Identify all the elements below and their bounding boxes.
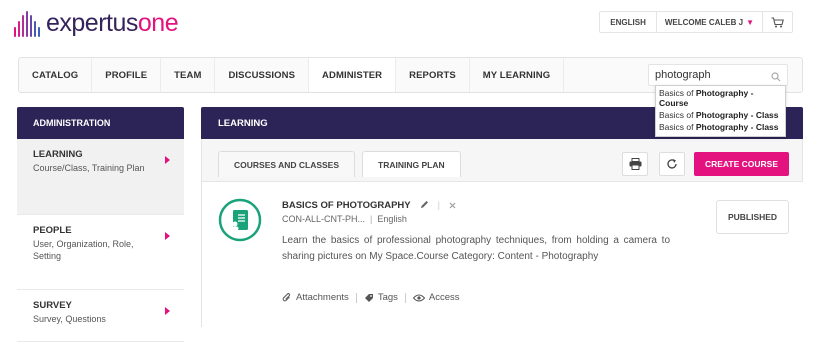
create-course-button[interactable]: CREATE COURSE [694,152,789,176]
nav-item-discussions[interactable]: DISCUSSIONS [215,58,310,92]
sidebar-header: ADMINISTRATION [17,107,184,139]
eye-icon [412,294,425,301]
title-divider: | [437,200,440,210]
nav-item-administer[interactable]: ADMINISTER [309,58,397,92]
nav-item-my-learning[interactable]: MY LEARNING [470,58,565,92]
action-divider [355,292,357,303]
sidebar-item-people[interactable]: PEOPLE User, Organization, Role, Setting [17,215,184,290]
suggestion-item[interactable]: Basics of Photography - Class [659,110,782,120]
tab-bar: COURSES AND CLASSES TRAINING PLAN [218,151,461,177]
search-box [648,64,788,86]
language-selector[interactable]: ENGLISH [600,12,657,32]
panel-body: COURSES AND CLASSES TRAINING PLAN CREATE… [201,139,803,327]
search-input[interactable] [649,69,767,81]
course-document-icon [218,198,262,247]
user-bar: ENGLISH WELCOME CALEB J ▼ [599,11,793,33]
course-title[interactable]: BASICS OF PHOTOGRAPHY [282,200,411,211]
sidebar-item-desc: Course/Class, Training Plan [33,163,145,173]
sidebar-item-survey[interactable]: SURVEY Survey, Questions [17,290,184,342]
chevron-right-icon [165,156,170,164]
sidebar-item-title: SURVEY [33,300,72,311]
access-link[interactable]: Access [412,292,460,303]
nav-item-catalog[interactable]: CATALOG [19,58,93,92]
nav-item-reports[interactable]: REPORTS [396,58,470,92]
learning-panel: LEARNING COURSES AND CLASSES TRAINING PL… [201,107,803,327]
nav-item-profile[interactable]: PROFILE [92,58,162,92]
tab-courses-and-classes[interactable]: COURSES AND CLASSES [218,151,356,177]
logo-mark-icon [14,10,40,37]
logo-text: expertusone [46,9,179,37]
sidebar-item-desc: Survey, Questions [33,314,106,324]
brand-logo[interactable]: expertusone [14,9,179,38]
course-title-row: BASICS OF PHOTOGRAPHY | [282,196,456,214]
cart-icon[interactable] [763,12,792,32]
tags-link[interactable]: Tags [364,292,398,303]
course-card: BASICS OF PHOTOGRAPHY | CON-ALL-CNT-PH..… [202,181,803,327]
status-badge: PUBLISHED [716,200,789,234]
course-code: CON-ALL-CNT-PH... [282,214,366,224]
chevron-right-icon [165,307,170,315]
user-menu[interactable]: WELCOME CALEB J ▼ [657,12,763,32]
tab-training-plan[interactable]: TRAINING PLAN [362,151,461,177]
tag-icon [364,293,373,302]
nav-item-team[interactable]: TEAM [161,58,216,92]
action-divider [404,292,406,303]
chevron-right-icon [165,232,170,240]
suggestion-item[interactable]: Basics of Photography - Class [659,122,782,132]
course-meta: CON-ALL-CNT-PH... | English [282,214,407,224]
delete-icon[interactable] [449,196,456,214]
search-suggestions: Basics of Photography - Course Basics of… [655,85,786,137]
attachments-link[interactable]: Attachments [282,292,349,303]
refresh-button[interactable] [659,152,685,176]
print-button[interactable] [622,152,648,176]
refresh-icon [667,159,677,169]
suggestion-item[interactable]: Basics of Photography - Course [659,88,782,108]
admin-sidebar: ADMINISTRATION LEARNING Course/Class, Tr… [17,107,184,342]
sidebar-item-title: LEARNING [33,149,83,160]
print-icon [629,158,641,170]
sidebar-item-title: PEOPLE [33,225,72,236]
edit-icon[interactable] [420,196,429,214]
course-language: English [377,214,407,224]
caret-down-icon: ▼ [746,17,754,27]
course-actions: Attachments Tags Access [282,292,460,303]
sidebar-item-learning[interactable]: LEARNING Course/Class, Training Plan [17,139,184,215]
welcome-text: WELCOME CALEB J [664,17,744,27]
paperclip-icon [282,292,291,301]
course-description: Learn the basics of professional photogr… [282,235,670,262]
sidebar-item-desc: User, Organization, Role, Setting [33,239,134,261]
